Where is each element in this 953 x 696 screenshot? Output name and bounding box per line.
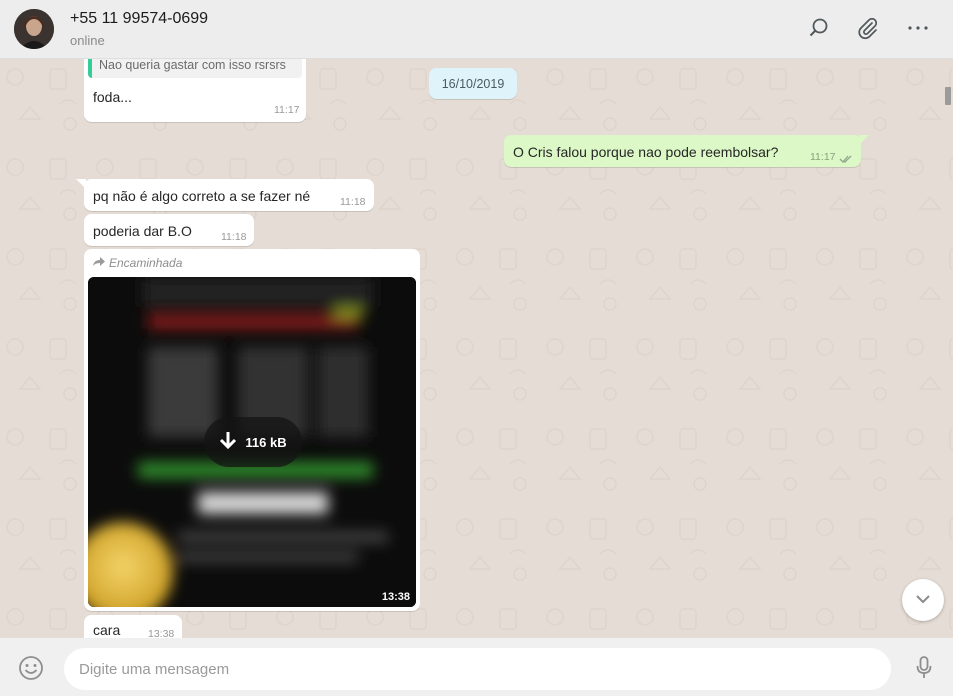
message-text: foda...: [93, 89, 132, 105]
message-text: O Cris falou porque nao pode reembolsar?: [513, 144, 779, 160]
message-incoming[interactable]: cara 13:38: [84, 615, 182, 638]
contact-name[interactable]: +55 11 99574-0699: [70, 10, 208, 28]
message-time: 13:38: [381, 591, 410, 603]
chat-header: +55 11 99574-0699 online: [0, 0, 953, 59]
chevron-down-icon: [915, 591, 931, 609]
message-image[interactable]: Encaminhada 116 kB 13:38: [84, 249, 420, 611]
forwarded-text: Encaminhada: [109, 256, 183, 270]
message-text: pq não é algo correto a se fazer né: [93, 188, 311, 204]
forwarded-label: Encaminhada: [92, 256, 182, 270]
download-icon: [219, 431, 237, 454]
message-time: 11:17: [810, 151, 836, 163]
compose-bar: [0, 638, 953, 696]
forward-arrow-icon: [92, 256, 106, 270]
message-incoming[interactable]: Nao queria gastar com isso rsrsrs foda..…: [84, 59, 306, 122]
download-button[interactable]: 116 kB: [204, 417, 302, 467]
message-incoming[interactable]: poderia dar B.O 11:18: [84, 214, 254, 246]
menu-icon[interactable]: [905, 15, 931, 41]
bubble-tail: [76, 179, 86, 189]
emoji-icon[interactable]: [18, 655, 44, 681]
read-ticks-icon: [839, 151, 853, 167]
message-time: 11:18: [221, 231, 247, 243]
chat-area[interactable]: Nao queria gastar com isso rsrsrs foda..…: [0, 59, 953, 638]
quoted-text: Nao queria gastar com isso rsrsrs: [99, 59, 286, 72]
message-time: 13:38: [148, 628, 175, 638]
message-outgoing[interactable]: O Cris falou porque nao pode reembolsar?…: [504, 135, 869, 167]
scroll-to-bottom-button[interactable]: [902, 579, 944, 621]
search-icon[interactable]: [806, 15, 832, 41]
message-time: 11:18: [340, 196, 366, 208]
microphone-icon[interactable]: [911, 655, 937, 681]
message-text: cara: [93, 622, 121, 638]
bubble-tail: [859, 135, 869, 145]
message-time: 11:17: [274, 104, 300, 116]
download-size: 116 kB: [245, 434, 287, 450]
quoted-message[interactable]: Nao queria gastar com isso rsrsrs: [88, 59, 302, 78]
message-text: poderia dar B.O: [93, 223, 192, 239]
scrollbar[interactable]: [945, 87, 951, 105]
contact-status: online: [70, 33, 105, 48]
message-incoming[interactable]: pq não é algo correto a se fazer né 11:1…: [76, 179, 374, 211]
message-input[interactable]: [64, 648, 891, 690]
attach-icon[interactable]: [855, 15, 881, 41]
contact-avatar[interactable]: [14, 9, 54, 49]
date-divider: 16/10/2019: [429, 68, 517, 99]
image-thumbnail[interactable]: 116 kB 13:38: [88, 277, 416, 607]
